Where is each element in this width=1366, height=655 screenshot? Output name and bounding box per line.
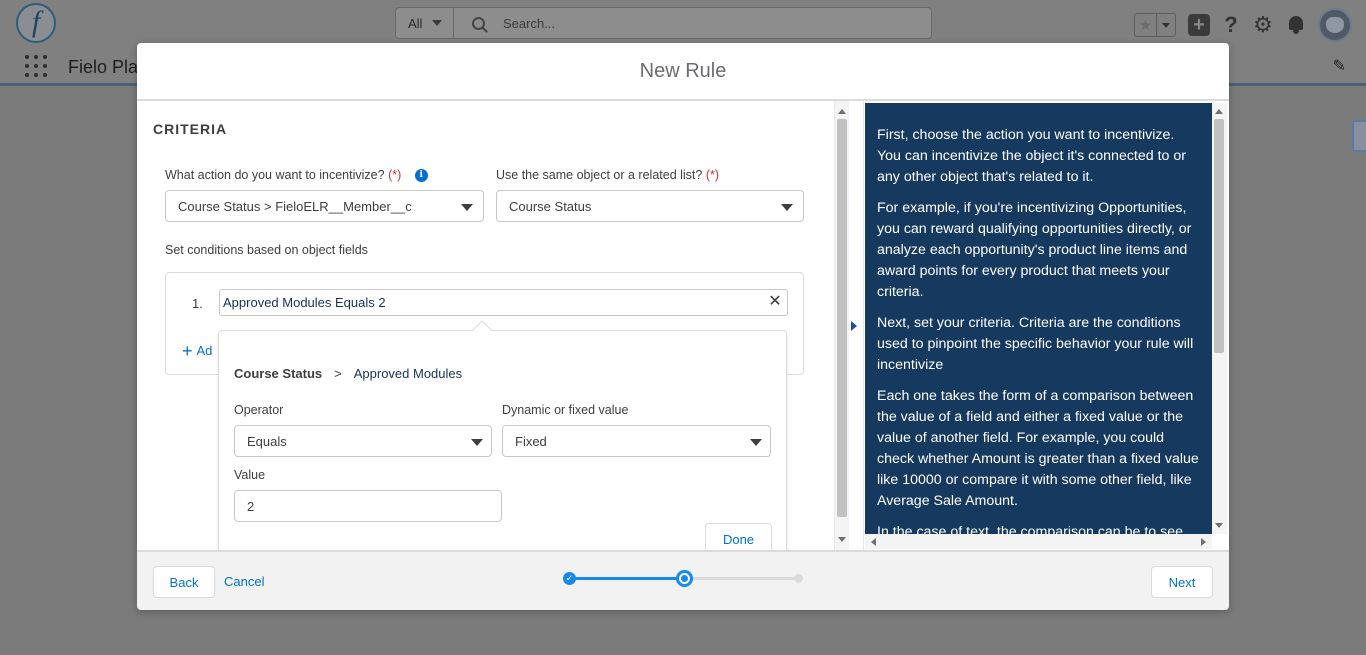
help-paragraph: In the case of text, the comparison can … [877,524,1184,534]
value-label: Value [234,468,266,482]
scroll-up-icon[interactable] [838,109,846,114]
step-complete-icon[interactable]: ✓ [563,572,576,585]
operator-label: Operator [234,403,284,417]
criteria-heading: CRITERIA [153,121,228,137]
action-field-label: What action do you want to incentivize? … [165,168,428,183]
criteria-pane: CRITERIA What action do you want to ince… [137,101,834,550]
add-condition-link[interactable]: + Ad [182,341,212,362]
operator-value: Equals [247,433,287,449]
header-actions: ★ + ? ⚙ [1134,8,1352,42]
scroll-up-icon[interactable] [1215,109,1223,114]
condition-number: 1. [192,296,203,311]
scroll-left-icon[interactable] [871,538,876,546]
search-placeholder: Search... [503,15,556,31]
conditions-label: Set conditions based on object fields [165,243,368,257]
step-current[interactable] [676,570,693,587]
dynamic-fixed-value: Fixed [515,433,547,449]
close-icon[interactable]: ✕ [767,293,783,311]
value-input[interactable]: 2 [234,490,502,522]
condition-pill[interactable]: Approved Modules Equals 2 ✕ [219,289,788,316]
help-paragraph: For example, if you're incentivizing Opp… [877,200,1192,300]
scroll-down-icon[interactable] [838,537,846,542]
chevron-down-icon [781,204,793,211]
condition-editor-popover: Course Status > Approved Modules Operator … [218,330,787,550]
favorites-button[interactable]: ★ [1134,13,1176,37]
help-horizontal-scrollbar[interactable] [865,534,1212,549]
back-button[interactable]: Back [153,566,215,598]
global-header: f All Search... ★ + ? ⚙ [0,0,1366,46]
help-paragraph: Next, set your criteria. Criteria are th… [877,315,1194,373]
required-marker: (*) [388,168,402,182]
global-search: All Search... [395,7,932,39]
required-marker: (*) [705,168,720,182]
chevron-down-icon [471,439,483,446]
field-breadcrumb: Course Status > Approved Modules [234,366,462,381]
next-button[interactable]: Next [1151,566,1213,598]
search-icon [472,16,485,30]
utility-panel-tab[interactable] [1352,120,1366,152]
modal-footer: Back Cancel ✓ Next [137,550,1229,610]
gear-icon[interactable]: ⚙ [1252,12,1274,38]
chevron-down-icon [461,204,473,211]
collapse-arrow-icon[interactable] [851,321,857,331]
user-icon [1326,17,1344,33]
favorites-dropdown[interactable] [1157,14,1175,36]
scroll-right-icon[interactable] [1201,538,1206,546]
cancel-button[interactable]: Cancel [224,574,264,589]
object-field-label: Use the same object or a related list? (… [496,168,719,182]
action-label-text: What action do you want to incentivize? [165,168,385,182]
plus-icon: + [182,341,193,361]
global-create-icon[interactable]: + [1188,14,1210,36]
pane-divider [849,101,864,550]
modal-title: New Rule [639,59,727,82]
dynamic-fixed-select[interactable]: Fixed [502,425,771,457]
breadcrumb-field[interactable]: Approved Modules [354,366,462,381]
breadcrumb-object: Course Status [234,366,323,381]
progress-indicator: ✓ [563,566,807,590]
avatar[interactable] [1318,8,1352,42]
step-upcoming[interactable] [794,574,803,583]
chevron-down-icon [432,20,443,26]
search-scope-dropdown[interactable]: All [396,8,454,38]
fielo-logo[interactable]: f [16,3,56,43]
operator-select[interactable]: Equals [234,425,492,457]
bell-icon[interactable] [1286,15,1306,35]
help-vertical-scrollbar[interactable] [1212,103,1227,534]
search-scope-label: All [408,15,423,31]
help-panel: First, choose the action you want to inc… [865,103,1212,534]
scroll-thumb[interactable] [1214,119,1224,353]
app-name: Fielo Pla [68,57,139,77]
chevron-down-icon [750,439,762,446]
value-input-text: 2 [247,498,255,514]
dynamic-fixed-label: Dynamic or fixed value [502,403,629,417]
action-select-value: Course Status > FieloELR__Member__c [178,198,412,214]
add-condition-label: Ad [196,343,213,358]
star-icon[interactable]: ★ [1135,14,1157,36]
help-icon[interactable]: ? [1222,12,1240,38]
edit-nav-icon[interactable]: ✎ [1333,56,1346,76]
progress-fill [569,577,683,580]
search-input[interactable]: Search... [454,8,931,38]
chevron-down-icon [1162,22,1170,28]
modal-header: New Rule [137,43,1229,101]
object-label-text: Use the same object or a related list? [496,168,703,182]
help-paragraph: First, choose the action you want to inc… [877,127,1186,185]
new-rule-modal: New Rule CRITERIA What action do you wan… [137,43,1229,610]
criteria-scrollbar[interactable] [834,101,849,550]
object-select-value: Course Status [509,198,592,214]
condition-text: Approved Modules Equals 2 [223,295,386,310]
app-launcher-icon[interactable] [25,55,47,77]
object-select[interactable]: Course Status [496,190,804,222]
breadcrumb-separator: > [334,366,342,381]
scroll-thumb[interactable] [837,119,847,517]
action-select[interactable]: Course Status > FieloELR__Member__c [165,190,484,222]
done-button[interactable]: Done [705,523,772,550]
scroll-down-icon[interactable] [1215,523,1223,528]
info-icon[interactable]: i [414,169,428,183]
help-paragraph: Each one takes the form of a comparison … [877,388,1199,509]
